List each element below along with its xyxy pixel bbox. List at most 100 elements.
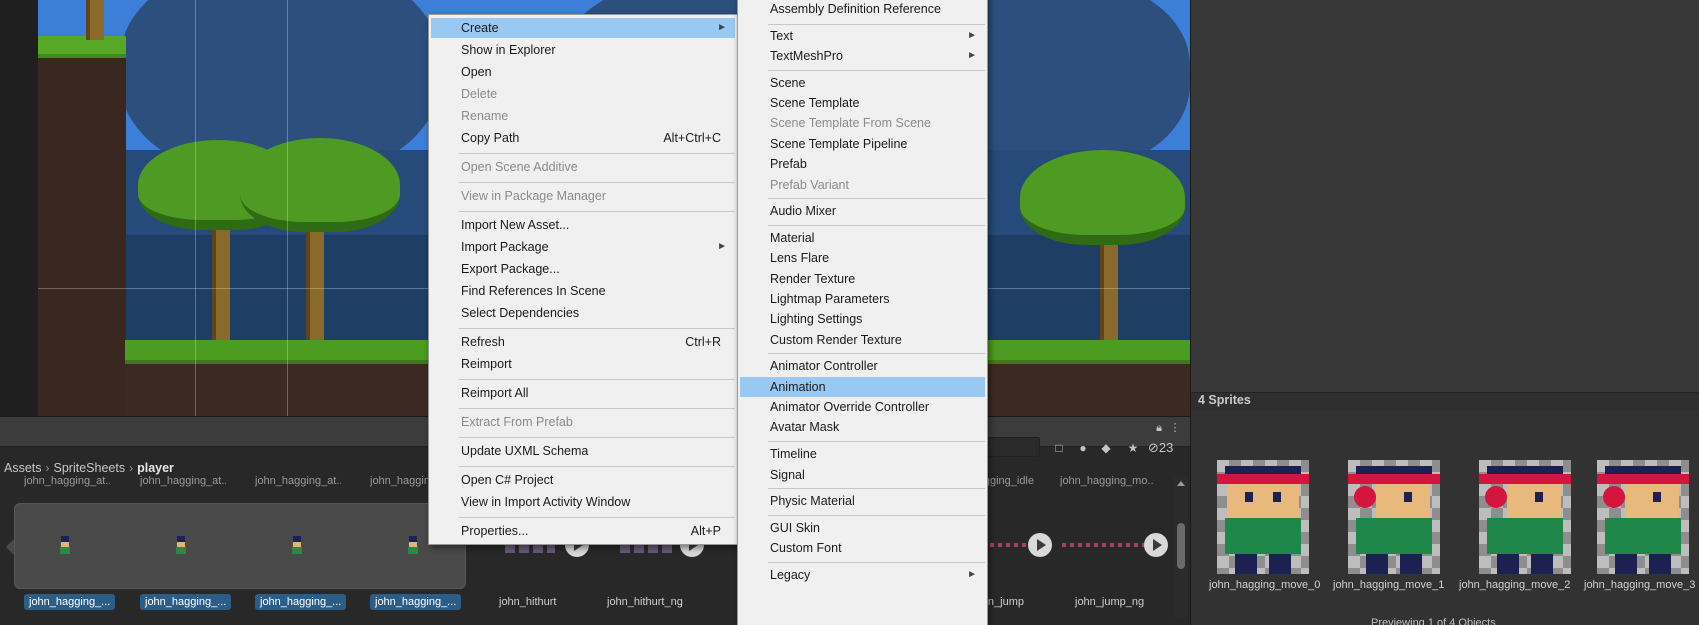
- menu-item-legacy[interactable]: Legacy ►: [740, 565, 985, 585]
- menu-item-animator-override-controller[interactable]: Animator Override Controller: [740, 397, 985, 417]
- menu-item-audio-mixer[interactable]: Audio Mixer: [740, 201, 985, 221]
- menu-item-select-dependencies[interactable]: Select Dependencies: [431, 303, 735, 323]
- sprite-thumbnail[interactable]: [289, 536, 305, 554]
- search-input[interactable]: [980, 437, 1040, 457]
- menu-item-label: Reimport All: [461, 386, 529, 400]
- asset-label-cut: john_hagging_at...: [140, 475, 226, 487]
- menu-item-view-import-activity[interactable]: View in Import Activity Window: [431, 492, 735, 512]
- menu-item-label: Scene: [770, 76, 806, 90]
- asset-label[interactable]: john_jump: [987, 594, 1029, 610]
- tag-icon[interactable]: ◆: [1097, 439, 1115, 457]
- asset-label[interactable]: john_hagging_...: [24, 594, 116, 610]
- menu-item-lighting-settings[interactable]: Lighting Settings: [740, 309, 985, 329]
- scrollbar-thumb[interactable]: [1177, 523, 1185, 569]
- breadcrumb-player[interactable]: player: [137, 461, 174, 475]
- menu-item-label: Select Dependencies: [461, 306, 580, 320]
- menu-item-label: Material: [770, 231, 815, 245]
- menu-item-copy-path[interactable]: Copy Path Alt+Ctrl+C: [431, 128, 735, 148]
- filter-by-label-icon[interactable]: ●: [1074, 439, 1092, 457]
- menu-item-timeline[interactable]: Timeline: [740, 444, 985, 464]
- menu-item-import-package[interactable]: Import Package ►: [431, 237, 735, 257]
- star-icon[interactable]: ★: [1124, 439, 1142, 457]
- menu-item-gui-skin[interactable]: GUI Skin: [740, 518, 985, 538]
- asset-label[interactable]: john_jump_ng: [1070, 594, 1149, 610]
- menu-item-scene-template[interactable]: Scene Template: [740, 93, 985, 113]
- menu-item-label: Lens Flare: [770, 251, 830, 265]
- sprite-thumbnail[interactable]: [173, 536, 189, 554]
- menu-item-signal[interactable]: Signal: [740, 465, 985, 485]
- menu-item-refresh[interactable]: Refresh Ctrl+R: [431, 332, 735, 352]
- menu-item-scene-template-pipeline[interactable]: Scene Template Pipeline: [740, 134, 985, 154]
- sprite-strip-thumbnail[interactable]: [990, 543, 1028, 547]
- lock-icon[interactable]: 🔒︎: [1152, 421, 1166, 435]
- menu-item-render-texture[interactable]: Render Texture: [740, 269, 985, 289]
- breadcrumb-spritesheets[interactable]: SpriteSheets: [54, 461, 126, 475]
- sprite-sheet-group[interactable]: [14, 503, 466, 589]
- sprite-thumbnail[interactable]: [405, 536, 421, 554]
- menu-separator: [459, 437, 735, 438]
- asset-label[interactable]: john_hagging_...: [140, 594, 232, 610]
- menu-item-scene[interactable]: Scene: [740, 73, 985, 93]
- menu-item-lightmap-parameters[interactable]: Lightmap Parameters: [740, 289, 985, 309]
- menu-item-label: Legacy: [770, 568, 811, 582]
- menu-item-create[interactable]: Create ►: [431, 18, 735, 38]
- menu-item-prefab[interactable]: Prefab: [740, 154, 985, 174]
- asset-label[interactable]: john_hagging_...: [370, 594, 462, 610]
- menu-item-animation[interactable]: Animation: [740, 377, 985, 397]
- asset-label-cut: john_hagging_idle: [984, 475, 1034, 487]
- menu-item-update-uxml-schema[interactable]: Update UXML Schema: [431, 441, 735, 461]
- sprite-preview[interactable]: [1348, 460, 1440, 574]
- menu-item-label: Avatar Mask: [770, 420, 840, 434]
- sprite-preview[interactable]: [1217, 460, 1309, 574]
- menu-item-shortcut: Alt+Ctrl+C: [663, 131, 721, 145]
- sprite-preview[interactable]: [1479, 460, 1571, 574]
- sprite-strip-thumbnail[interactable]: [1062, 543, 1144, 547]
- menu-item-lens-flare[interactable]: Lens Flare: [740, 248, 985, 268]
- hidden-count[interactable]: ⊘23: [1148, 439, 1173, 457]
- menu-item-open[interactable]: Open: [431, 62, 735, 82]
- menu-item-label: Timeline: [770, 447, 817, 461]
- menu-item-properties[interactable]: Properties... Alt+P: [431, 521, 735, 541]
- menu-separator: [459, 328, 735, 329]
- menu-item-find-references[interactable]: Find References In Scene: [431, 281, 735, 301]
- sprite-thumbnail[interactable]: [57, 536, 73, 554]
- menu-item-textmeshpro[interactable]: TextMeshPro ►: [740, 46, 985, 66]
- menu-item-open-scene-additive: Open Scene Additive: [431, 157, 735, 177]
- scroll-up-icon[interactable]: [1177, 481, 1185, 486]
- menu-item-assembly-definition-reference[interactable]: Assembly Definition Reference: [740, 0, 985, 19]
- menu-separator: [768, 441, 985, 442]
- menu-item-reimport-all[interactable]: Reimport All: [431, 383, 735, 403]
- menu-item-import-new-asset[interactable]: Import New Asset...: [431, 215, 735, 235]
- menu-item-open-csharp-project[interactable]: Open C# Project: [431, 470, 735, 490]
- menu-separator: [459, 153, 735, 154]
- asset-label[interactable]: john_hithurt_ng: [602, 594, 688, 610]
- submenu-arrow-icon: ►: [967, 30, 977, 41]
- menu-item-export-package[interactable]: Export Package...: [431, 259, 735, 279]
- menu-item-show-in-explorer[interactable]: Show in Explorer: [431, 40, 735, 60]
- menu-item-custom-render-texture[interactable]: Custom Render Texture: [740, 330, 985, 350]
- chevron-right-icon: ›: [45, 461, 50, 475]
- sprite-caption: john_hagging_move_0: [1209, 579, 1321, 591]
- asset-label[interactable]: john_hagging_...: [255, 594, 347, 610]
- menu-item-custom-font[interactable]: Custom Font: [740, 538, 985, 558]
- palm-canopy: [1020, 150, 1185, 245]
- menu-item-label: Scene Template Pipeline: [770, 137, 908, 151]
- menu-item-label: Create: [461, 21, 499, 35]
- menu-separator: [459, 211, 735, 212]
- menu-item-physic-material[interactable]: Physic Material: [740, 491, 985, 511]
- menu-item-text[interactable]: Text ►: [740, 26, 985, 46]
- breadcrumb-assets[interactable]: Assets: [4, 461, 42, 475]
- menu-item-avatar-mask[interactable]: Avatar Mask: [740, 417, 985, 437]
- menu-item-animator-controller[interactable]: Animator Controller: [740, 356, 985, 376]
- asset-label[interactable]: john_hithurt: [494, 594, 562, 610]
- menu-item-label: Copy Path: [461, 131, 520, 145]
- sprite-preview[interactable]: [1597, 460, 1689, 574]
- menu-item-reimport[interactable]: Reimport: [431, 354, 735, 374]
- menu-item-material[interactable]: Material: [740, 228, 985, 248]
- tree-trunk: [86, 0, 104, 40]
- play-icon[interactable]: [1144, 533, 1168, 557]
- play-icon[interactable]: [1028, 533, 1052, 557]
- menu-item-label: TextMeshPro: [770, 49, 843, 63]
- search-by-type-icon[interactable]: □: [1050, 439, 1068, 457]
- kebab-menu-icon[interactable]: ⋮: [1168, 421, 1182, 435]
